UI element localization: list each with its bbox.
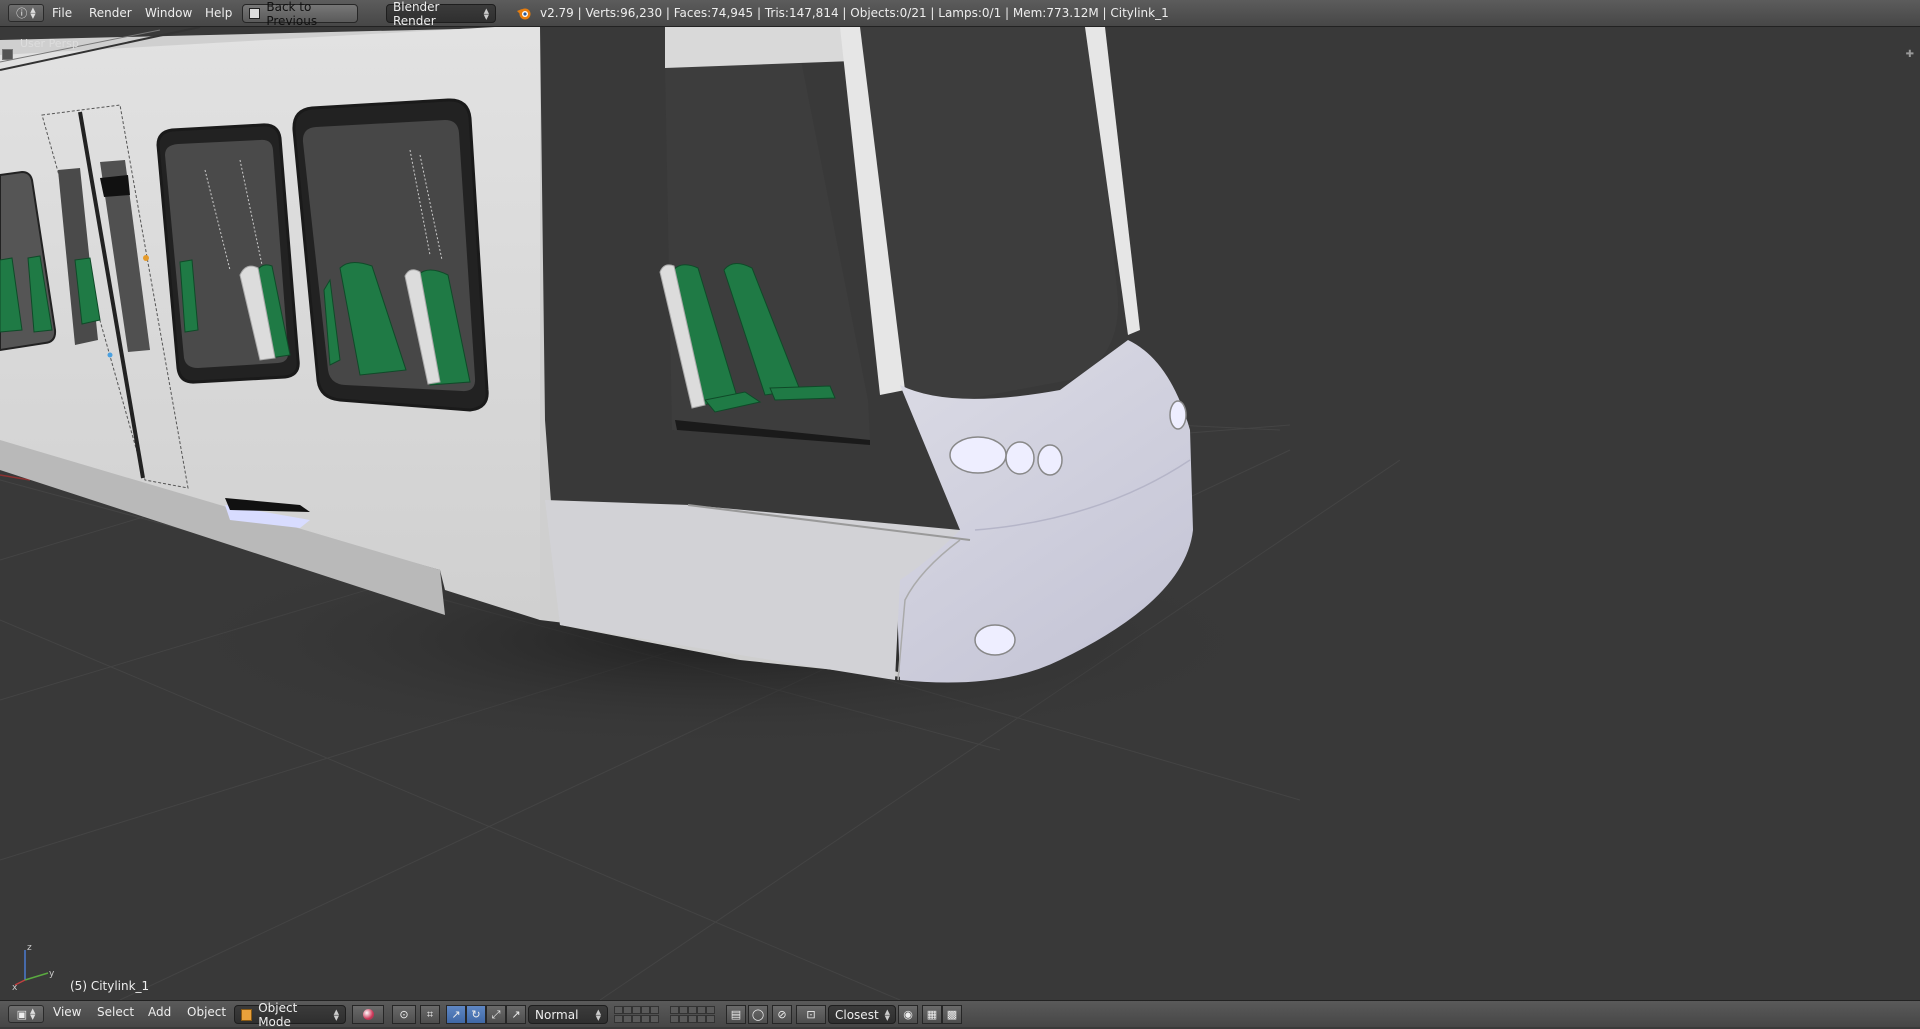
snap-element-icon: ⊡ [806, 1008, 816, 1021]
editor-type-selector-3d[interactable]: ▣ ▲ ▼ [8, 1005, 44, 1023]
menu-object[interactable]: Object [187, 1005, 226, 1019]
translate-icon: ↗ [451, 1008, 461, 1021]
chevron-updown-icon: ▲ ▼ [333, 1007, 339, 1022]
rotate-tool[interactable]: ↻ [466, 1005, 486, 1024]
menu-select[interactable]: Select [97, 1005, 134, 1019]
axis-x-label: x [12, 983, 18, 993]
scale-icon: ⤢ [491, 1007, 501, 1021]
chevron-updown-icon: ▲ ▼ [595, 1007, 601, 1022]
mode-select[interactable]: Object Mode ▲ ▼ [234, 1001, 346, 1029]
menu-help[interactable]: Help [205, 6, 232, 20]
snap-element-select[interactable]: ⊡ [796, 1005, 826, 1024]
axis-z-label: z [27, 943, 32, 953]
scale-tool[interactable]: ⤢ [486, 1005, 506, 1024]
render-engine-value: Blender Render [393, 0, 440, 28]
snap-toggle[interactable]: ⊘ [772, 1005, 792, 1024]
viewport-shading-button[interactable] [352, 1005, 384, 1024]
magnet-icon: ⊘ [777, 1008, 787, 1021]
manipulator-toggle[interactable]: ⌗ [420, 1005, 440, 1024]
origin-marker [143, 255, 149, 261]
lock-layers-button[interactable]: ▤ [726, 1005, 746, 1024]
pivot-icon: ⊙ [399, 1008, 409, 1021]
active-object-label: (5) Citylink_1 [70, 979, 150, 993]
orientation-value: Normal [535, 1007, 579, 1022]
arrow-icon: ↗ [511, 1008, 521, 1021]
film-icon: ▩ [946, 1008, 958, 1021]
scene-stats: v2.79 | Verts:96,230 | Faces:74,945 | Tr… [540, 6, 1169, 20]
menu-add[interactable]: Add [148, 1005, 171, 1019]
snap-target-select[interactable]: Closest ▲ ▼ [828, 1005, 896, 1024]
editor-type-selector[interactable]: ⓘ ▲ ▼ [8, 4, 44, 22]
layer-buttons-2[interactable] [670, 1006, 715, 1024]
render-animation-button[interactable]: ▩ [942, 1005, 962, 1024]
render-engine-select[interactable]: Blender Render ▲ ▼ [386, 0, 496, 28]
cube-view-icon: ▣ [16, 1007, 27, 1021]
back-to-previous-button[interactable]: Back to Previous [242, 0, 358, 28]
menu-view[interactable]: View [53, 1005, 81, 1019]
screen-icon [249, 8, 261, 19]
chevron-updown-icon: ▲ ▼ [30, 1007, 36, 1021]
blender-logo-icon [516, 5, 532, 24]
snap-align-icon: ◉ [903, 1008, 913, 1021]
lock-icon: ▤ [730, 1008, 742, 1021]
info-icon: ⓘ [16, 7, 28, 20]
3d-view-header: ▣ ▲ ▼ View Select Add Object Object Mode … [0, 1000, 1920, 1029]
view-name-label: User Persp [20, 37, 79, 50]
render-still-button[interactable]: ▦ [922, 1005, 942, 1024]
shading-sphere-icon [362, 1009, 374, 1020]
proportional-icon: ◯ [751, 1008, 765, 1021]
menu-render[interactable]: Render [89, 6, 132, 20]
snap-target-value: Closest [835, 1007, 879, 1022]
chevron-updown-icon: ▲ ▼ [483, 6, 489, 21]
axis-y-label: y [49, 969, 55, 979]
chevron-updown-icon: ▲ ▼ [884, 1007, 891, 1022]
proportional-edit-button[interactable]: ◯ [748, 1005, 768, 1024]
menu-file[interactable]: File [52, 6, 72, 20]
pivot-point-button[interactable]: ⊙ [392, 1005, 416, 1024]
manipulator-extra[interactable]: ↗ [506, 1005, 526, 1024]
transform-orientation-select[interactable]: Normal ▲ ▼ [528, 1005, 608, 1024]
object-mode-icon [241, 1008, 253, 1021]
snap-align-button[interactable]: ◉ [898, 1005, 918, 1024]
info-header: ⓘ ▲ ▼ File Render Window Help Back to Pre… [0, 0, 1920, 28]
region-toggle-left[interactable] [2, 49, 13, 60]
3d-viewport[interactable]: z y x User Persp ✚ (5) Citylink_1 [0, 27, 1920, 1000]
menu-window[interactable]: Window [145, 6, 192, 20]
rotate-icon: ↻ [471, 1008, 481, 1021]
plus-icon[interactable]: ✚ [1906, 49, 1914, 60]
chevron-updown-icon: ▲ ▼ [30, 6, 36, 20]
back-to-previous-label: Back to Previous [266, 0, 318, 28]
layer-buttons-1[interactable] [614, 1006, 659, 1024]
camera-icon: ▦ [926, 1008, 938, 1021]
axis-gizmo [14, 950, 49, 986]
manipulator-icon: ⌗ [426, 1007, 434, 1021]
left-windows [0, 160, 150, 352]
mode-value: Object Mode [258, 1000, 298, 1029]
scene-render: z y x [0, 27, 1401, 1000]
translate-tool[interactable]: ↗ [446, 1005, 466, 1024]
